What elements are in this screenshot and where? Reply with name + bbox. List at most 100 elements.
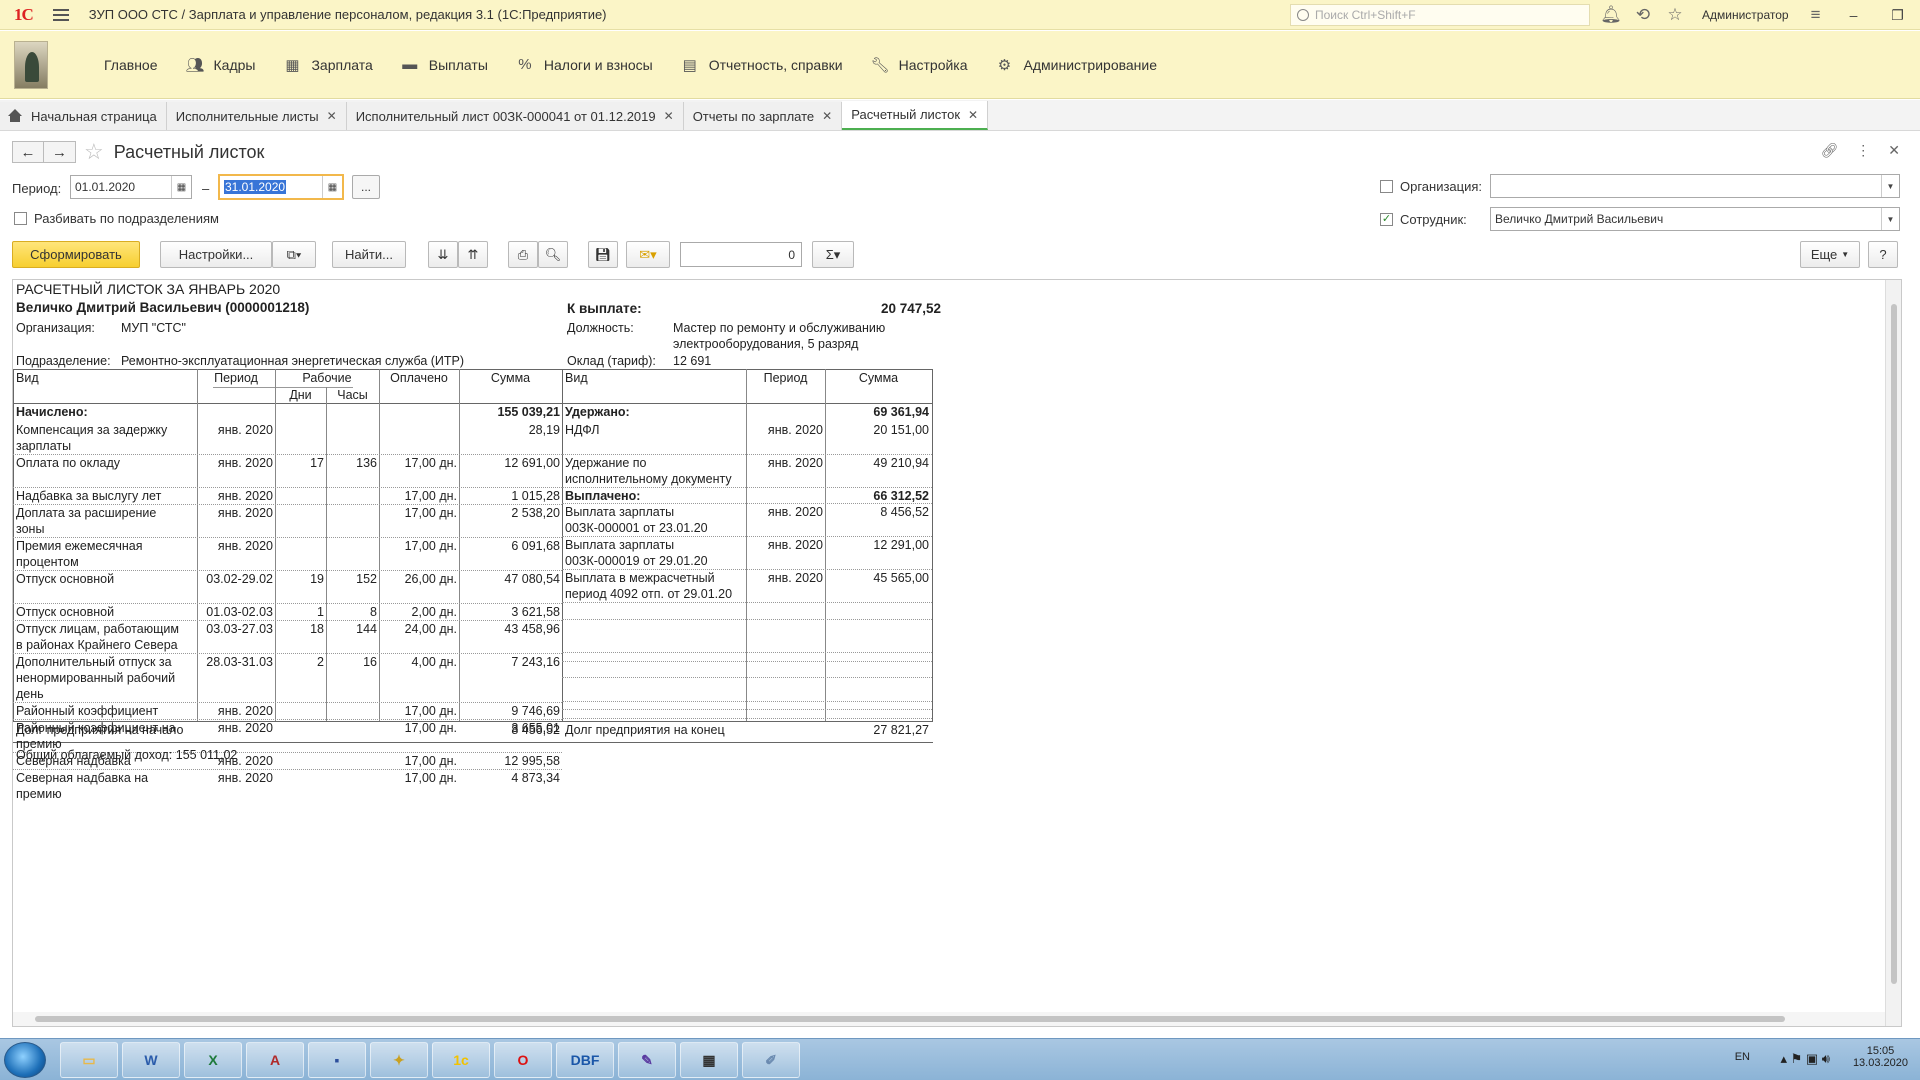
horizontal-scrollbar[interactable] bbox=[13, 1012, 1885, 1026]
back-button[interactable]: ← bbox=[12, 141, 44, 163]
date-from-field[interactable]: 01.01.2020 ▦ bbox=[70, 175, 192, 199]
history-icon[interactable]: ⟲ bbox=[1632, 5, 1654, 25]
accrual-kind-line-1: Отпуск лицам, работающим bbox=[16, 622, 179, 636]
help-button[interactable]: ? bbox=[1868, 241, 1898, 268]
scroll-thumb[interactable] bbox=[1891, 304, 1897, 984]
send-email-button[interactable]: ✉▾ bbox=[626, 241, 670, 268]
taskbar-app-icon[interactable]: A bbox=[246, 1042, 304, 1078]
tray-icons[interactable]: ▴ ⚑ ▣ 🔊︎ bbox=[1781, 1051, 1831, 1067]
chevron-down-icon[interactable]: ▼ bbox=[1881, 208, 1899, 230]
close-icon[interactable]: ✕ bbox=[968, 108, 978, 122]
language-indicator[interactable]: EN bbox=[1735, 1051, 1750, 1063]
taskbar-app-icon[interactable]: 1с bbox=[432, 1042, 490, 1078]
employee-filter-checkbox[interactable]: ✓ bbox=[1380, 213, 1393, 226]
close-icon[interactable]: ✕ bbox=[822, 109, 832, 123]
bell-icon[interactable]: 🔔︎ bbox=[1600, 5, 1622, 25]
taskbar-app-icon[interactable]: ✎ bbox=[618, 1042, 676, 1078]
row-separator bbox=[562, 487, 932, 488]
search-input[interactable]: Поиск Ctrl+Shift+F bbox=[1290, 4, 1590, 26]
main-menu-icon[interactable] bbox=[52, 8, 69, 21]
link-icon[interactable]: 🔗︎ bbox=[1820, 142, 1838, 159]
date-to-field[interactable]: 31.01.2020 ▦ bbox=[218, 174, 344, 200]
row-separator bbox=[13, 487, 562, 488]
period-select-button[interactable]: ... bbox=[352, 175, 380, 199]
menu-label: Налоги и взносы bbox=[543, 56, 653, 73]
split-by-dept-checkbox[interactable] bbox=[14, 212, 27, 225]
menu-item-salary[interactable]: ▦ Зарплата bbox=[283, 56, 372, 74]
calendar-icon[interactable]: ▦ bbox=[171, 176, 191, 198]
collapse-groups-button[interactable]: ⇈ bbox=[458, 241, 488, 268]
menu-item-reports[interactable]: ▤ Отчетность, справки bbox=[681, 56, 843, 74]
accrual-hours: 16 bbox=[363, 655, 377, 669]
row-separator bbox=[562, 652, 932, 653]
taskbar-app-icon[interactable]: ▪ bbox=[308, 1042, 366, 1078]
menu-item-main[interactable]: Главное bbox=[76, 57, 158, 73]
preview-button[interactable]: 🔍︎ bbox=[538, 241, 568, 268]
settings-button[interactable]: Настройки... bbox=[160, 241, 272, 268]
taskbar-app-icon[interactable]: X bbox=[184, 1042, 242, 1078]
row-separator bbox=[562, 536, 932, 537]
calendar-icon[interactable]: ▦ bbox=[322, 176, 342, 198]
menu-item-admin[interactable]: ⚙ Администрирование bbox=[996, 56, 1157, 74]
chevron-down-icon[interactable]: ▼ bbox=[1881, 175, 1899, 197]
employee-filter-field[interactable]: Величко Дмитрий Васильевич ▼ bbox=[1490, 207, 1900, 231]
menu-item-taxes[interactable]: % Налоги и взносы bbox=[516, 56, 653, 73]
accrual-period: янв. 2020 bbox=[217, 456, 273, 470]
more-actions-icon[interactable]: ⋮ bbox=[1856, 142, 1870, 159]
close-icon[interactable]: ✕ bbox=[664, 109, 674, 123]
menu-item-staff[interactable]: 👥︎ Кадры bbox=[186, 56, 256, 74]
generate-button[interactable]: Сформировать bbox=[12, 241, 140, 268]
employee-filter-value: Величко Дмитрий Васильевич bbox=[1495, 212, 1664, 226]
org-filter-checkbox[interactable] bbox=[1380, 180, 1393, 193]
search-icon bbox=[1297, 9, 1309, 21]
company-logo bbox=[14, 40, 48, 89]
sum-mode-button[interactable]: Σ▾ bbox=[812, 241, 854, 268]
right-sum: 12 291,00 bbox=[873, 538, 929, 552]
accrual-paid: 17,00 дн. bbox=[404, 489, 457, 503]
forward-button[interactable]: → bbox=[44, 141, 76, 163]
org-filter-field[interactable]: ▼ bbox=[1490, 174, 1900, 198]
close-form-icon[interactable]: ✕ bbox=[1888, 142, 1900, 159]
row-separator bbox=[562, 709, 932, 710]
tab-salary-reports[interactable]: Отчеты по зарплате ✕ bbox=[683, 102, 843, 130]
period-label: Период: bbox=[12, 181, 62, 196]
menu-item-settings[interactable]: 🔧︎ Настройка bbox=[871, 56, 968, 74]
scroll-thumb[interactable] bbox=[35, 1016, 1785, 1022]
taskbar-app-icon[interactable]: ✦ bbox=[370, 1042, 428, 1078]
tab-writ-document[interactable]: Исполнительный лист 00ЗК-000041 от 01.12… bbox=[346, 102, 684, 130]
clock[interactable]: 15:05 13.03.2020 bbox=[1853, 1045, 1908, 1069]
tab-writs[interactable]: Исполнительные листы ✕ bbox=[166, 102, 347, 130]
taskbar-app-icon[interactable]: O bbox=[494, 1042, 552, 1078]
save-button[interactable]: 💾︎ bbox=[588, 241, 618, 268]
taskbar-app-icon[interactable]: W bbox=[122, 1042, 180, 1078]
sigma-icon: Σ▾ bbox=[825, 246, 841, 262]
taskbar-app-icon[interactable]: DBF bbox=[556, 1042, 614, 1078]
header-paid: Оплачено bbox=[390, 371, 448, 385]
taskbar-app-icon[interactable]: ▦ bbox=[680, 1042, 738, 1078]
close-icon[interactable]: ✕ bbox=[327, 109, 337, 123]
start-button[interactable] bbox=[4, 1042, 46, 1078]
vertical-scrollbar[interactable] bbox=[1885, 280, 1901, 1026]
print-button[interactable]: ⎙ bbox=[508, 241, 538, 268]
find-button[interactable]: Найти... bbox=[332, 241, 406, 268]
tab-payslip[interactable]: Расчетный листок ✕ bbox=[842, 101, 989, 130]
1c-logo: 1С bbox=[14, 4, 34, 24]
accrual-kind-line-1: Отпуск основной bbox=[16, 572, 115, 586]
tab-home[interactable]: Начальная страница bbox=[0, 102, 167, 130]
taskbar-app-icon[interactable]: ▭ bbox=[60, 1042, 118, 1078]
menu-item-payments[interactable]: ▬ Выплаты bbox=[401, 56, 488, 73]
sum-field[interactable]: 0 bbox=[680, 242, 802, 267]
variants-button[interactable]: ⧉▾ bbox=[272, 241, 316, 268]
favorites-star-icon[interactable]: ☆ bbox=[1664, 5, 1686, 25]
row-separator bbox=[13, 504, 562, 505]
current-user[interactable]: Администратор bbox=[1702, 8, 1789, 22]
taskbar-app-icon[interactable]: ✐ bbox=[742, 1042, 800, 1078]
minimize-button[interactable]: – bbox=[1837, 7, 1871, 23]
settings-menu-icon[interactable]: ≡ bbox=[1805, 5, 1827, 25]
expand-groups-button[interactable]: ⇊ bbox=[428, 241, 458, 268]
accrual-sum: 1 015,28 bbox=[511, 489, 560, 503]
report-document[interactable]: РАСЧЕТНЫЙ ЛИСТОК ЗА ЯНВАРЬ 2020 Величко … bbox=[12, 279, 1902, 1027]
favorite-star-icon[interactable]: ☆ bbox=[84, 139, 104, 165]
more-button[interactable]: Еще ▼ bbox=[1800, 241, 1860, 268]
restore-button[interactable]: ❐ bbox=[1881, 7, 1915, 24]
